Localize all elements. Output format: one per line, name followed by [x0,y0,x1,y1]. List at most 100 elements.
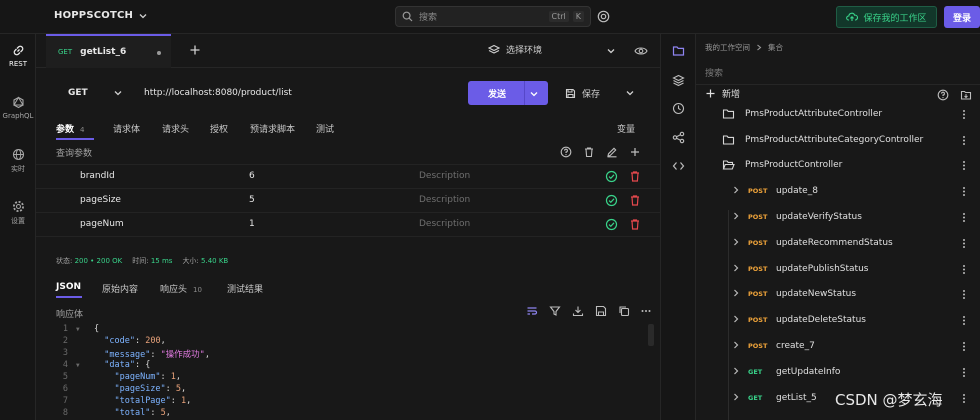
chevron-right-icon[interactable] [733,315,739,326]
tab-variables[interactable]: 变量 [617,122,635,135]
fold-toggle-icon[interactable]: ▼ [76,362,80,369]
chevron-right-icon[interactable] [733,238,739,249]
login-button[interactable]: 登录 [944,6,980,28]
code-icon[interactable] [672,160,685,172]
more-vertical-icon[interactable] [962,393,966,407]
environment-selector[interactable]: 选择环境 [488,43,542,56]
fold-toggle-icon[interactable]: ▼ [76,326,80,333]
collection-request[interactable]: POST update_8 [696,178,980,204]
trash-icon[interactable] [629,194,641,207]
support-icon[interactable] [597,10,610,23]
save-workspace-button[interactable]: 保存我的工作区 [836,6,937,28]
more-vertical-icon[interactable] [962,315,966,329]
collection-search-input[interactable]: 搜索 [705,66,723,79]
help-circle-icon[interactable] [937,89,949,101]
wrap-lines-icon[interactable] [526,305,538,317]
check-circle-icon[interactable] [605,170,618,183]
check-circle-icon[interactable] [605,194,618,207]
check-circle-icon[interactable] [605,218,618,231]
method-select[interactable]: GET [50,80,130,105]
chevron-down-icon[interactable] [626,89,634,97]
breadcrumb-workspace[interactable]: 我的工作空间 [705,42,750,53]
save-button[interactable]: 保存 [557,81,637,105]
collection-folder[interactable]: PmsProductController [696,152,980,178]
param-value[interactable]: 5 [249,195,255,205]
collection-request[interactable]: POST updateNewStatus [696,281,980,307]
edit-icon[interactable] [606,146,618,158]
nav-realtime[interactable]: 实时 [0,148,36,174]
scrollbar[interactable] [648,324,654,346]
chevron-right-icon[interactable] [733,393,739,404]
tab-tests[interactable]: 测试 [316,122,334,135]
param-description[interactable]: Description [419,171,470,181]
tab-test-results[interactable]: 测试结果 [227,282,263,295]
tab-response-headers[interactable]: 响应头 10 [160,282,202,295]
history-icon[interactable] [672,102,685,115]
more-vertical-icon[interactable] [962,135,966,149]
send-button[interactable]: 发送 [468,81,548,105]
more-vertical-icon[interactable] [962,264,966,278]
request-tab[interactable]: GET getList_6 [46,34,171,68]
download-icon[interactable] [572,305,584,317]
tab-headers[interactable]: 请求头 [162,122,189,135]
chevron-right-icon[interactable] [733,264,739,275]
more-vertical-icon[interactable] [962,341,966,355]
chevron-down-icon[interactable] [607,47,615,55]
tab-pre-request-script[interactable]: 预请求脚本 [250,122,295,135]
more-vertical-icon[interactable] [962,289,966,303]
nav-rest[interactable]: REST [0,44,36,68]
tab-body[interactable]: 请求体 [113,122,140,135]
more-vertical-icon[interactable] [962,367,966,381]
plus-icon[interactable] [629,146,641,158]
param-key[interactable]: pageSize [80,195,121,205]
response-json-viewer[interactable]: 1 ▼{2 "code": 200, 3 "message": "操作成功", 4 ▼ … [36,324,660,420]
filter-icon[interactable] [549,305,561,317]
more-vertical-icon[interactable] [962,160,966,174]
chevron-right-icon[interactable] [733,289,739,300]
collection-request[interactable]: POST updateRecommendStatus [696,230,980,256]
collection-request[interactable]: POST updateDeleteStatus [696,307,980,333]
collection-request[interactable]: POST create_7 [696,333,980,359]
global-search[interactable]: 搜索 Ctrl K [395,6,591,27]
param-description[interactable]: Description [419,195,470,205]
chevron-down-icon[interactable] [530,90,538,98]
param-key[interactable]: pageNum [80,219,124,229]
unsaved-dot-icon[interactable] [157,51,161,55]
nav-settings[interactable]: 设置 [0,200,36,226]
chevron-right-icon[interactable] [733,367,739,378]
chevron-right-icon[interactable] [733,212,739,223]
save-icon[interactable] [595,305,607,317]
tab-json[interactable]: JSON [56,282,81,292]
nav-graphql[interactable]: GraphQL [0,96,36,120]
copy-icon[interactable] [618,305,630,317]
trash-icon[interactable] [629,170,641,183]
trash-icon[interactable] [583,146,595,158]
param-value[interactable]: 6 [249,171,255,181]
collection-folder[interactable]: PmsProductAttributeController [696,101,980,127]
collection-request[interactable]: POST updatePublishStatus [696,256,980,282]
brand-menu[interactable]: HOPPSCOTCH [54,10,147,21]
more-vertical-icon[interactable] [962,109,966,123]
help-circle-icon[interactable] [560,146,572,158]
more-vertical-icon[interactable] [962,238,966,252]
param-value[interactable]: 1 [249,219,255,229]
more-vertical-icon[interactable] [962,186,966,200]
param-description[interactable]: Description [419,219,470,229]
add-tab-icon[interactable] [188,43,202,57]
trash-icon[interactable] [629,218,641,231]
collection-request[interactable]: GET getUpdateInfo [696,359,980,385]
eye-icon[interactable] [634,45,648,57]
param-key[interactable]: brandId [80,171,115,181]
import-icon[interactable] [960,89,972,101]
share-icon[interactable] [672,131,685,144]
collection-folder[interactable]: PmsProductAttributeCategoryController [696,127,980,153]
tab-params[interactable]: 参数 4 [56,122,84,135]
layers-icon[interactable] [672,74,685,87]
tab-raw[interactable]: 原始内容 [102,282,138,295]
more-vertical-icon[interactable] [962,212,966,226]
url-input[interactable]: http://localhost:8080/product/list [132,80,462,105]
chevron-right-icon[interactable] [733,186,739,197]
collection-request[interactable]: POST updateVerifyStatus [696,204,980,230]
chevron-right-icon[interactable] [733,341,739,352]
more-horizontal-icon[interactable] [640,305,652,317]
